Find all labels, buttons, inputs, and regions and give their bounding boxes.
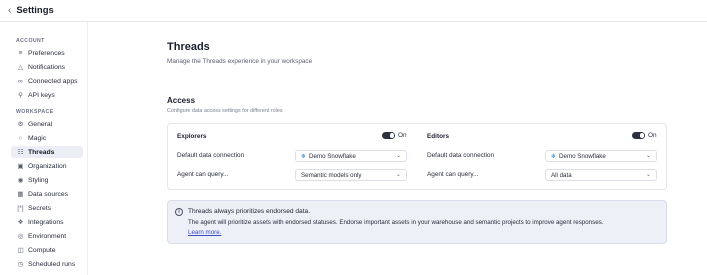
toggle-switch[interactable] (382, 132, 395, 139)
bell-icon: △ (18, 64, 23, 71)
toggle-switch[interactable] (632, 132, 645, 139)
sidebar-item-environment[interactable]: ◎ Environment (11, 230, 83, 242)
sidebar-item-label: Integrations (28, 218, 64, 226)
access-section-title: Access (167, 96, 196, 105)
sidebar-item-label: Connected apps (28, 77, 78, 85)
sidebar-item-integrations[interactable]: ❖ Integrations (11, 216, 83, 228)
account-section-label: ACCOUNT (16, 38, 45, 44)
select-value: All data (551, 171, 572, 179)
clock-icon: ◷ (17, 261, 24, 268)
default-connection-label: Default data connection (177, 152, 245, 159)
sidebar-item-label: Magic (28, 134, 47, 142)
select-value: Semantic models only (301, 171, 362, 179)
organization-icon: ▣ (17, 163, 24, 170)
sidebar-item-preferences[interactable]: ≡ Preferences (11, 47, 83, 59)
sidebar-item-connected-apps[interactable]: ∞ Connected apps (11, 75, 83, 87)
access-card: Explorers On Default data connection ❄ D… (167, 123, 667, 190)
threads-icon: ☷ (17, 149, 24, 156)
endorsed-data-callout: i Threads always prioritizes endorsed da… (167, 200, 667, 244)
snowflake-icon: ❄ (301, 153, 307, 160)
sidebar-item-label: Notifications (28, 63, 66, 71)
agent-query-select[interactable]: Semantic models only ⌄ (295, 169, 407, 181)
integrations-icon: ❖ (17, 219, 24, 226)
sidebar-item-magic[interactable]: ○ Magic (11, 132, 83, 144)
page-subtitle: Manage the Threads experience in your wo… (167, 58, 313, 65)
gear-icon: ⚙ (17, 121, 24, 128)
agent-query-label: Agent can query... (177, 171, 229, 178)
palette-icon: ◉ (17, 177, 24, 184)
toggle-label: On (398, 132, 407, 139)
agent-query-label: Agent can query... (427, 171, 479, 178)
chevron-down-icon: ⌄ (395, 172, 401, 178)
sidebar: ACCOUNT ≡ Preferences △ Notifications ∞ … (0, 22, 88, 275)
sidebar-item-api-keys[interactable]: ⚲ API keys (11, 89, 83, 101)
role-name: Explorers (177, 133, 207, 140)
sidebar-item-general[interactable]: ⚙ General (11, 118, 83, 130)
toggle-label: On (648, 132, 657, 139)
editors-toggle[interactable]: On (632, 132, 657, 139)
sliders-icon: ≡ (18, 49, 23, 57)
chevron-down-icon: ⌄ (645, 172, 651, 178)
role-editors: Editors On Default data connection ❄ Dem… (427, 124, 667, 191)
key-icon: ⚲ (18, 92, 23, 99)
agent-query-select[interactable]: All data ⌄ (545, 169, 657, 181)
workspace-section-label: WORKSPACE (16, 109, 54, 115)
sidebar-item-label: Styling (28, 176, 49, 184)
sidebar-item-label: Data sources (28, 190, 69, 198)
sidebar-item-scheduled-runs[interactable]: ◷ Scheduled runs (11, 258, 83, 270)
magic-icon: ○ (18, 134, 23, 142)
sidebar-item-compute[interactable]: ◫ Compute (11, 244, 83, 256)
role-name: Editors (427, 133, 450, 140)
top-bar: ‹ Settings (0, 0, 707, 22)
snowflake-icon: ❄ (551, 153, 557, 160)
sidebar-item-data-sources[interactable]: ▦ Data sources (11, 188, 83, 200)
callout-title: Threads always prioritizes endorsed data… (188, 208, 311, 215)
chevron-down-icon: ⌄ (645, 153, 651, 159)
sidebar-item-label: Scheduled runs (28, 260, 76, 268)
explorers-toggle[interactable]: On (382, 132, 407, 139)
sidebar-item-label: General (28, 120, 53, 128)
sidebar-item-label: Organization (28, 162, 67, 170)
sidebar-item-label: Preferences (28, 49, 65, 57)
learn-more-link[interactable]: Learn more. (188, 229, 221, 236)
sidebar-item-label: Compute (28, 246, 56, 254)
database-icon: ▦ (17, 191, 24, 198)
select-value: Demo Snowflake (309, 152, 356, 160)
page-title: Threads (167, 41, 210, 53)
globe-icon: ◎ (17, 233, 24, 240)
sidebar-item-label: API keys (28, 91, 55, 99)
sidebar-item-organization[interactable]: ▣ Organization (11, 160, 83, 172)
secrets-icon: [*] (17, 204, 24, 212)
sidebar-item-label: Secrets (28, 204, 52, 212)
sidebar-item-secrets[interactable]: [*] Secrets (11, 202, 83, 214)
sidebar-item-threads[interactable]: ☷ Threads (11, 146, 83, 158)
role-explorers: Explorers On Default data connection ❄ D… (177, 124, 417, 191)
access-section-subtitle: Configure data access settings for diffe… (167, 108, 283, 114)
default-connection-label: Default data connection (427, 152, 495, 159)
info-icon: i (175, 208, 183, 216)
compute-icon: ◫ (17, 247, 24, 254)
sidebar-item-label: Environment (28, 232, 67, 240)
default-connection-select[interactable]: ❄ Demo Snowflake ⌄ (295, 150, 407, 162)
default-connection-select[interactable]: ❄ Demo Snowflake ⌄ (545, 150, 657, 162)
sidebar-item-notifications[interactable]: △ Notifications (11, 61, 83, 73)
sidebar-item-styling[interactable]: ◉ Styling (11, 174, 83, 186)
settings-title: Settings (16, 5, 54, 16)
chevron-left-icon[interactable]: ‹ (8, 5, 11, 16)
sidebar-item-label: Threads (28, 148, 55, 156)
link-icon: ∞ (18, 77, 23, 85)
chevron-down-icon: ⌄ (395, 153, 401, 159)
callout-body: The agent will prioritize assets with en… (188, 219, 604, 226)
select-value: Demo Snowflake (559, 152, 606, 160)
